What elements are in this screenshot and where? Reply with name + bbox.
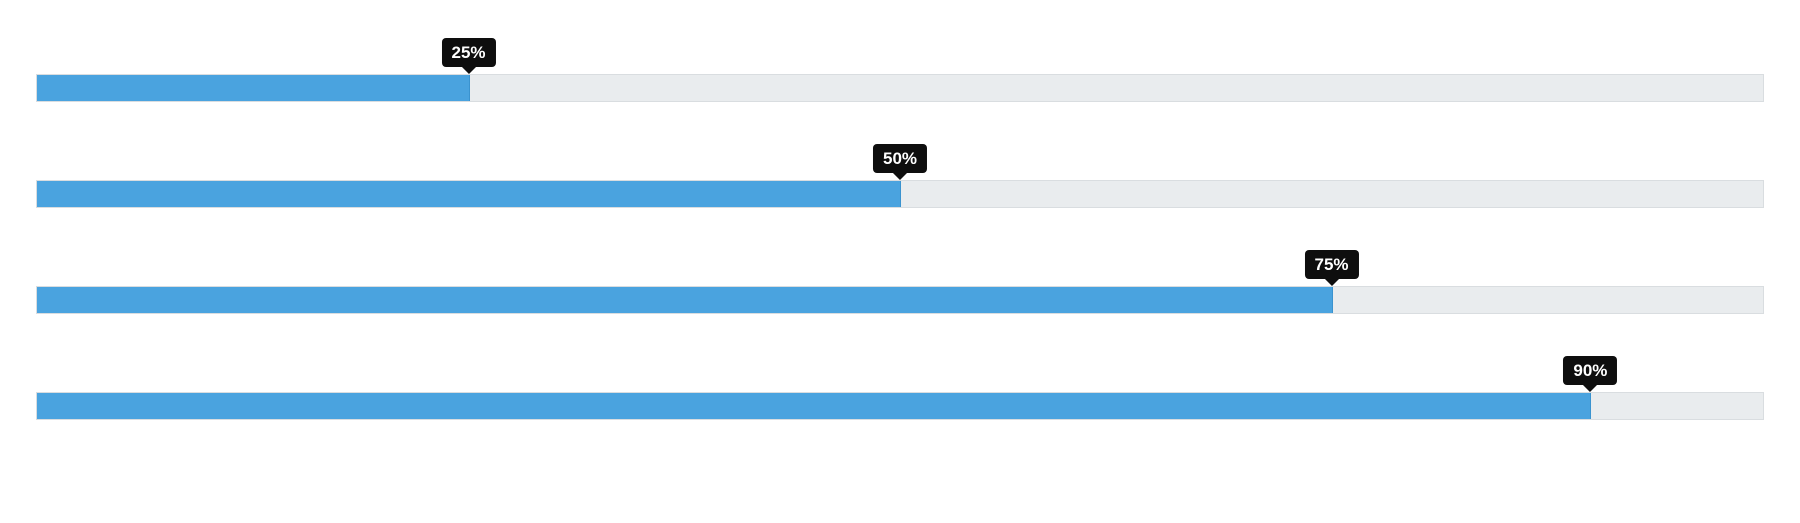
progress-track: 90% xyxy=(36,392,1764,420)
progress-track: 25% xyxy=(36,74,1764,102)
progress-track: 75% xyxy=(36,286,1764,314)
progress-tooltip: 75% xyxy=(1304,250,1358,279)
progress-fill xyxy=(37,181,901,207)
progress-bar: 50% xyxy=(36,136,1764,208)
progress-fill xyxy=(37,75,470,101)
progress-tooltip: 90% xyxy=(1563,356,1617,385)
progress-track: 50% xyxy=(36,180,1764,208)
progress-bar: 75% xyxy=(36,242,1764,314)
progress-tooltip: 50% xyxy=(873,144,927,173)
progress-fill xyxy=(37,287,1333,313)
progress-bar: 25% xyxy=(36,30,1764,102)
progress-fill xyxy=(37,393,1591,419)
progress-tooltip: 25% xyxy=(441,38,495,67)
progress-bar: 90% xyxy=(36,348,1764,420)
progress-bars-container: 25% 50% 75% 90% xyxy=(0,0,1800,523)
